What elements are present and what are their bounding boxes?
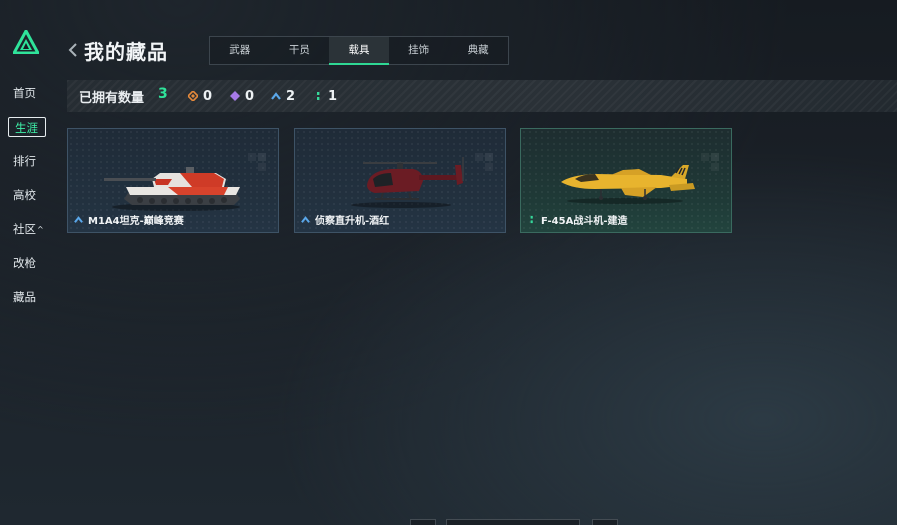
- rarity-count-green: 1: [313, 88, 337, 104]
- tab-charms[interactable]: 挂饰: [389, 37, 449, 64]
- collection-card-tank[interactable]: M1A4坦克-巅峰竞赛: [67, 128, 279, 233]
- card-label: 侦察直升机-酒红: [301, 212, 389, 227]
- tab-operators[interactable]: 干员: [270, 37, 330, 64]
- tab-weapons[interactable]: 武器: [210, 37, 270, 64]
- app-logo-icon[interactable]: [13, 30, 39, 54]
- sidebar-item-label: 首页: [13, 86, 36, 100]
- back-arrow-icon[interactable]: [67, 40, 79, 60]
- page-title: 我的藏品: [84, 40, 168, 64]
- rarity-count-blue: 2: [271, 88, 295, 104]
- sidebar-item-ranking[interactable]: 排行: [8, 151, 48, 171]
- sidebar: 首页 生涯 排行 高校 社区^ 改枪 藏品: [0, 0, 58, 525]
- sidebar-item-home[interactable]: 首页: [8, 83, 48, 103]
- pagination-prev-button[interactable]: [410, 519, 436, 525]
- rarity-count-value: 0: [203, 88, 213, 104]
- sidebar-item-collection[interactable]: 藏品: [8, 287, 48, 307]
- collection-card-fighter-jet[interactable]: F-45A战斗机-建造: [520, 128, 732, 233]
- rarity-count-value: 0: [245, 88, 255, 104]
- tab-vehicles[interactable]: 载具: [329, 37, 389, 65]
- tab-legendary[interactable]: 典藏: [448, 37, 508, 64]
- rarity-count-value: 2: [286, 88, 296, 104]
- owned-count-label: 已拥有数量: [79, 91, 145, 106]
- rarity-count-value: 1: [328, 88, 338, 104]
- sidebar-item-label: 社区: [13, 222, 36, 236]
- green-dots-icon: [317, 92, 320, 100]
- green-dots-icon: [530, 215, 533, 224]
- sidebar-item-label: 改枪: [13, 256, 36, 270]
- pagination-next-button[interactable]: [592, 519, 618, 525]
- blue-chevron-icon: [301, 216, 310, 223]
- sidebar-item-career[interactable]: 生涯: [8, 117, 46, 137]
- sidebar-item-label: 高校: [13, 188, 36, 202]
- blue-chevron-icon: [74, 216, 83, 223]
- chevron-up-icon: ^: [37, 225, 44, 234]
- category-tabs: 武器 干员 载具 挂饰 典藏: [209, 36, 509, 65]
- rarity-count-orange: 0: [188, 88, 212, 104]
- sidebar-item-label: 排行: [13, 154, 36, 168]
- sidebar-item-community[interactable]: 社区^: [8, 219, 48, 239]
- card-label: F-45A战斗机-建造: [527, 212, 627, 227]
- sidebar-item-campus[interactable]: 高校: [8, 185, 48, 205]
- card-name: M1A4坦克-巅峰竞赛: [88, 216, 184, 227]
- helicopter-vehicle-image: [351, 157, 464, 208]
- blue-chevron-icon: [271, 92, 281, 100]
- rarity-count-purple: 0: [230, 88, 254, 104]
- fighter-jet-vehicle-image: [561, 165, 695, 204]
- purple-diamond-icon: [230, 91, 240, 101]
- sidebar-item-label: 藏品: [13, 290, 36, 304]
- card-label: M1A4坦克-巅峰竞赛: [74, 212, 184, 227]
- collection-card-helicopter[interactable]: 侦察直升机-酒红: [294, 128, 506, 233]
- orange-diamond-icon: [188, 91, 198, 101]
- card-name: 侦察直升机-酒红: [315, 216, 390, 227]
- sidebar-item-gunsmith[interactable]: 改枪: [8, 253, 48, 273]
- owned-count-bar: 已拥有数量 3 0 0 2 1: [67, 80, 897, 112]
- card-name: F-45A战斗机-建造: [541, 216, 628, 227]
- sidebar-item-label: 生涯: [15, 121, 38, 135]
- tank-vehicle-image: [104, 167, 240, 211]
- pagination-indicator: [446, 519, 580, 525]
- owned-count-total: 3: [158, 86, 168, 102]
